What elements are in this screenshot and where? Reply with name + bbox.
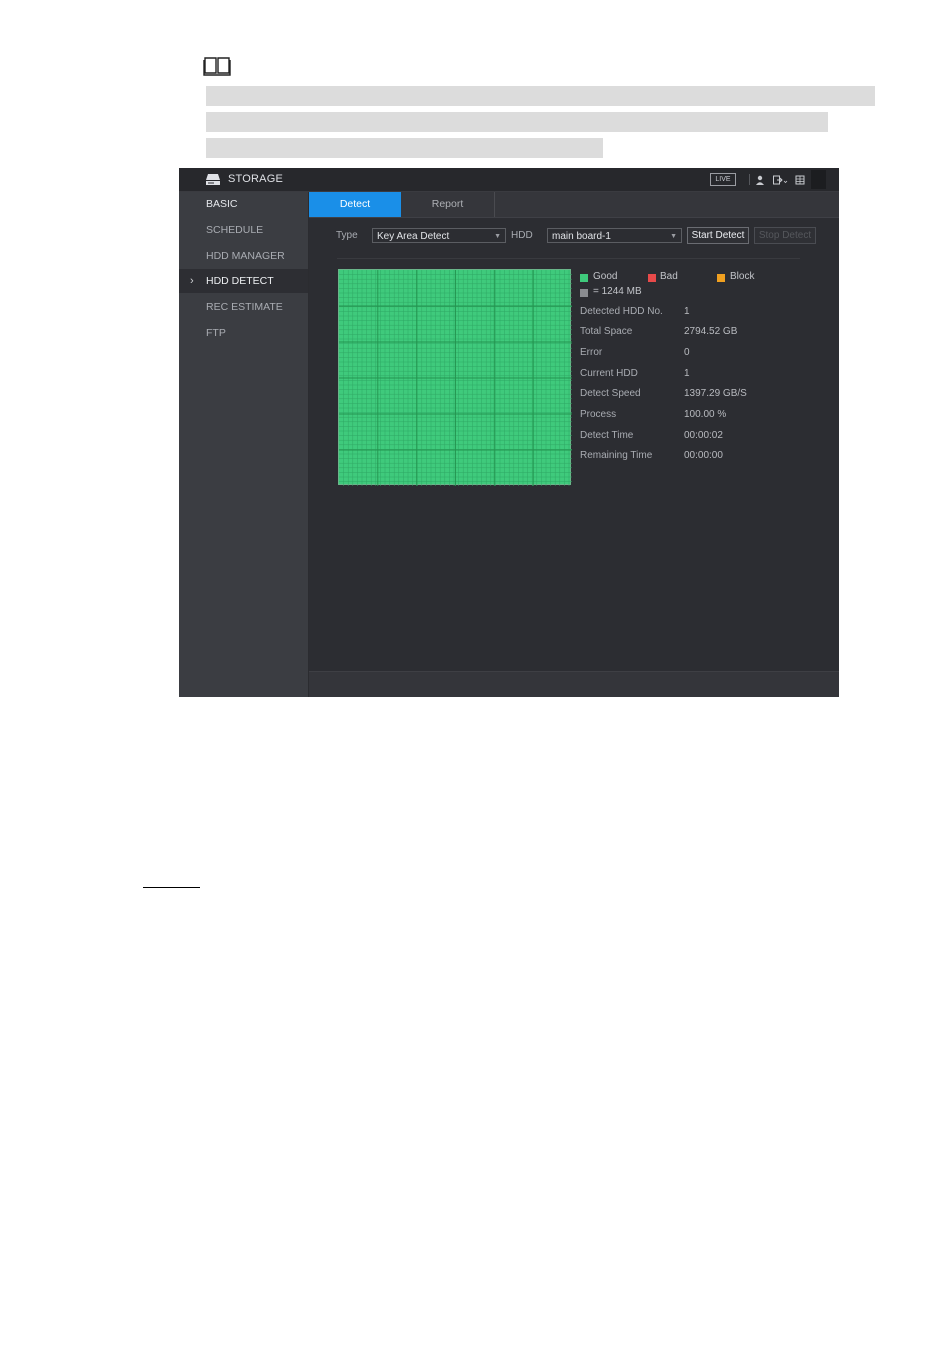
sidebar-item-label: HDD MANAGER [206, 250, 285, 262]
sidebar-item-label: SCHEDULE [206, 224, 264, 236]
hdd-select-value: main board-1 [552, 231, 611, 242]
user-icon[interactable] [754, 174, 766, 186]
start-detect-button[interactable]: Start Detect [687, 227, 749, 244]
info-value-detected-hdd-no: 1 [684, 306, 690, 317]
legend-unit-label: = 1244 MB [593, 286, 642, 297]
storage-window: STORAGE LIVE BASIC SCHEDULE HDD MANAGER … [179, 168, 839, 697]
title-bar: STORAGE LIVE [179, 168, 839, 192]
legend-unit-swatch [580, 289, 588, 297]
bottom-status-strip [309, 671, 839, 697]
main-panel: Detect Report Type Key Area Detect ▼ HDD… [309, 192, 839, 697]
info-value-current-hdd: 1 [684, 368, 690, 379]
sidebar: BASIC SCHEDULE HDD MANAGER › HDD DETECT … [179, 192, 308, 697]
legend-good-swatch [580, 274, 588, 282]
sidebar-item-basic[interactable]: BASIC [179, 192, 308, 216]
menu-grid-icon[interactable] [794, 174, 806, 186]
storage-drive-icon [205, 173, 221, 186]
info-label-detect-time: Detect Time [580, 430, 634, 441]
detect-grid-lines [339, 270, 572, 486]
redacted-note-line-1 [206, 86, 875, 106]
info-label-remaining-time: Remaining Time [580, 450, 653, 461]
toolbar-extra-block [811, 170, 826, 189]
sidebar-item-rec-estimate[interactable]: REC ESTIMATE [179, 295, 308, 319]
type-select-value: Key Area Detect [377, 231, 450, 242]
info-value-detect-time: 00:00:02 [684, 430, 723, 441]
legend-bad-label: Bad [660, 271, 678, 282]
note-book-icon [203, 55, 231, 77]
live-button[interactable]: LIVE [710, 173, 736, 186]
sidebar-item-hdd-detect[interactable]: › HDD DETECT [179, 269, 308, 293]
info-label-error: Error [580, 347, 603, 358]
legend-good-label: Good [593, 271, 618, 282]
legend-block-swatch [717, 274, 725, 282]
info-value-error: 0 [684, 347, 690, 358]
section-divider [337, 258, 800, 259]
hdd-select[interactable]: main board-1 ▼ [547, 228, 682, 243]
dropdown-arrow-icon: ▼ [494, 233, 501, 240]
info-value-remaining-time: 00:00:00 [684, 450, 723, 461]
info-label-process: Process [580, 409, 617, 420]
info-value-detect-speed: 1397.29 GB/S [684, 388, 747, 399]
sidebar-item-hdd-manager[interactable]: HDD MANAGER [179, 244, 308, 268]
info-value-total-space: 2794.52 GB [684, 326, 738, 337]
legend-block-label: Block [730, 271, 755, 282]
logout-icon[interactable] [772, 174, 788, 186]
window-title: STORAGE [228, 173, 283, 185]
sidebar-item-label: HDD DETECT [206, 275, 274, 287]
hdd-label: HDD [511, 230, 533, 241]
type-select[interactable]: Key Area Detect ▼ [372, 228, 506, 243]
footnote-rule [143, 887, 200, 888]
info-label-detected-hdd-no: Detected HDD No. [580, 306, 663, 317]
redacted-note-line-3 [206, 138, 603, 158]
legend-bad-swatch [648, 274, 656, 282]
stop-detect-button[interactable]: Stop Detect [754, 227, 816, 244]
type-label: Type [336, 230, 358, 241]
chevron-right-icon: › [190, 275, 194, 287]
tab-bar: Detect Report [309, 192, 839, 218]
info-value-process: 100.00 % [684, 409, 727, 420]
sidebar-item-label: FTP [206, 327, 226, 339]
detect-block-grid [338, 269, 572, 486]
tab-report[interactable]: Report [401, 192, 495, 217]
toolbar-separator [749, 174, 750, 185]
sidebar-item-label: BASIC [206, 198, 238, 210]
tab-detect[interactable]: Detect [309, 192, 401, 217]
info-label-current-hdd: Current HDD [580, 368, 638, 379]
dropdown-arrow-icon: ▼ [670, 233, 677, 240]
info-label-detect-speed: Detect Speed [580, 388, 641, 399]
sidebar-item-schedule[interactable]: SCHEDULE [179, 218, 308, 242]
info-label-total-space: Total Space [580, 326, 633, 337]
sidebar-item-ftp[interactable]: FTP [179, 321, 308, 345]
redacted-note-line-2 [206, 112, 828, 132]
sidebar-item-label: REC ESTIMATE [206, 301, 283, 313]
